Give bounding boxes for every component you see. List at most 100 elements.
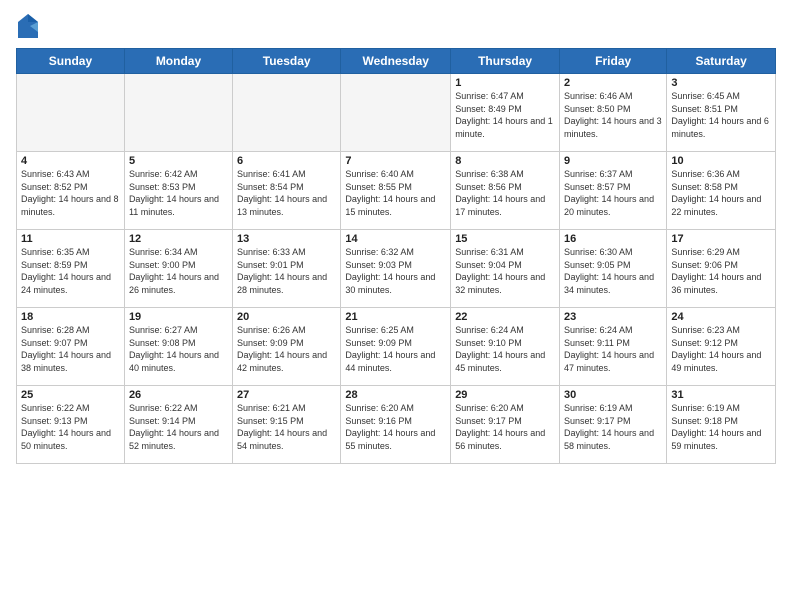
calendar-header-row: SundayMondayTuesdayWednesdayThursdayFrid…	[17, 49, 776, 74]
calendar-cell: 7Sunrise: 6:40 AMSunset: 8:55 PMDaylight…	[341, 152, 451, 230]
calendar-cell: 25Sunrise: 6:22 AMSunset: 9:13 PMDayligh…	[17, 386, 125, 464]
calendar-cell: 15Sunrise: 6:31 AMSunset: 9:04 PMDayligh…	[451, 230, 560, 308]
day-info: Sunrise: 6:21 AMSunset: 9:15 PMDaylight:…	[237, 402, 336, 452]
calendar-cell: 9Sunrise: 6:37 AMSunset: 8:57 PMDaylight…	[560, 152, 667, 230]
day-info: Sunrise: 6:41 AMSunset: 8:54 PMDaylight:…	[237, 168, 336, 218]
day-number: 29	[455, 389, 555, 401]
day-number: 8	[455, 155, 555, 167]
day-info: Sunrise: 6:25 AMSunset: 9:09 PMDaylight:…	[345, 324, 446, 374]
day-info: Sunrise: 6:42 AMSunset: 8:53 PMDaylight:…	[129, 168, 228, 218]
day-header-saturday: Saturday	[667, 49, 776, 74]
day-info: Sunrise: 6:33 AMSunset: 9:01 PMDaylight:…	[237, 246, 336, 296]
day-number: 4	[21, 155, 120, 167]
day-info: Sunrise: 6:20 AMSunset: 9:17 PMDaylight:…	[455, 402, 555, 452]
calendar-week-row: 25Sunrise: 6:22 AMSunset: 9:13 PMDayligh…	[17, 386, 776, 464]
calendar-cell: 23Sunrise: 6:24 AMSunset: 9:11 PMDayligh…	[560, 308, 667, 386]
logo	[16, 12, 44, 40]
day-info: Sunrise: 6:31 AMSunset: 9:04 PMDaylight:…	[455, 246, 555, 296]
day-info: Sunrise: 6:37 AMSunset: 8:57 PMDaylight:…	[564, 168, 662, 218]
day-number: 7	[345, 155, 446, 167]
calendar-cell	[233, 74, 341, 152]
day-number: 13	[237, 233, 336, 245]
day-number: 20	[237, 311, 336, 323]
calendar-cell: 28Sunrise: 6:20 AMSunset: 9:16 PMDayligh…	[341, 386, 451, 464]
day-number: 6	[237, 155, 336, 167]
day-number: 12	[129, 233, 228, 245]
calendar-cell: 17Sunrise: 6:29 AMSunset: 9:06 PMDayligh…	[667, 230, 776, 308]
day-number: 1	[455, 77, 555, 89]
calendar-cell: 16Sunrise: 6:30 AMSunset: 9:05 PMDayligh…	[560, 230, 667, 308]
calendar-week-row: 18Sunrise: 6:28 AMSunset: 9:07 PMDayligh…	[17, 308, 776, 386]
day-info: Sunrise: 6:28 AMSunset: 9:07 PMDaylight:…	[21, 324, 120, 374]
day-info: Sunrise: 6:46 AMSunset: 8:50 PMDaylight:…	[564, 90, 662, 140]
day-info: Sunrise: 6:19 AMSunset: 9:18 PMDaylight:…	[671, 402, 771, 452]
calendar-cell: 1Sunrise: 6:47 AMSunset: 8:49 PMDaylight…	[451, 74, 560, 152]
day-header-sunday: Sunday	[17, 49, 125, 74]
day-info: Sunrise: 6:35 AMSunset: 8:59 PMDaylight:…	[21, 246, 120, 296]
calendar-cell	[17, 74, 125, 152]
calendar-cell: 30Sunrise: 6:19 AMSunset: 9:17 PMDayligh…	[560, 386, 667, 464]
day-info: Sunrise: 6:22 AMSunset: 9:14 PMDaylight:…	[129, 402, 228, 452]
calendar-cell: 22Sunrise: 6:24 AMSunset: 9:10 PMDayligh…	[451, 308, 560, 386]
calendar-cell: 26Sunrise: 6:22 AMSunset: 9:14 PMDayligh…	[124, 386, 232, 464]
page: SundayMondayTuesdayWednesdayThursdayFrid…	[0, 0, 792, 612]
day-number: 24	[671, 311, 771, 323]
day-header-wednesday: Wednesday	[341, 49, 451, 74]
day-number: 9	[564, 155, 662, 167]
day-info: Sunrise: 6:20 AMSunset: 9:16 PMDaylight:…	[345, 402, 446, 452]
day-info: Sunrise: 6:23 AMSunset: 9:12 PMDaylight:…	[671, 324, 771, 374]
day-info: Sunrise: 6:27 AMSunset: 9:08 PMDaylight:…	[129, 324, 228, 374]
day-info: Sunrise: 6:32 AMSunset: 9:03 PMDaylight:…	[345, 246, 446, 296]
day-number: 11	[21, 233, 120, 245]
day-info: Sunrise: 6:19 AMSunset: 9:17 PMDaylight:…	[564, 402, 662, 452]
calendar-cell: 27Sunrise: 6:21 AMSunset: 9:15 PMDayligh…	[233, 386, 341, 464]
day-info: Sunrise: 6:43 AMSunset: 8:52 PMDaylight:…	[21, 168, 120, 218]
calendar-week-row: 4Sunrise: 6:43 AMSunset: 8:52 PMDaylight…	[17, 152, 776, 230]
logo-icon	[16, 12, 40, 40]
day-info: Sunrise: 6:26 AMSunset: 9:09 PMDaylight:…	[237, 324, 336, 374]
calendar-cell: 3Sunrise: 6:45 AMSunset: 8:51 PMDaylight…	[667, 74, 776, 152]
day-info: Sunrise: 6:22 AMSunset: 9:13 PMDaylight:…	[21, 402, 120, 452]
day-header-tuesday: Tuesday	[233, 49, 341, 74]
day-info: Sunrise: 6:24 AMSunset: 9:10 PMDaylight:…	[455, 324, 555, 374]
day-info: Sunrise: 6:47 AMSunset: 8:49 PMDaylight:…	[455, 90, 555, 140]
day-number: 15	[455, 233, 555, 245]
calendar-cell: 13Sunrise: 6:33 AMSunset: 9:01 PMDayligh…	[233, 230, 341, 308]
calendar-cell: 4Sunrise: 6:43 AMSunset: 8:52 PMDaylight…	[17, 152, 125, 230]
calendar-cell: 24Sunrise: 6:23 AMSunset: 9:12 PMDayligh…	[667, 308, 776, 386]
calendar-week-row: 11Sunrise: 6:35 AMSunset: 8:59 PMDayligh…	[17, 230, 776, 308]
calendar-cell: 21Sunrise: 6:25 AMSunset: 9:09 PMDayligh…	[341, 308, 451, 386]
calendar-cell	[341, 74, 451, 152]
day-number: 23	[564, 311, 662, 323]
day-number: 26	[129, 389, 228, 401]
calendar-cell: 8Sunrise: 6:38 AMSunset: 8:56 PMDaylight…	[451, 152, 560, 230]
calendar-cell: 20Sunrise: 6:26 AMSunset: 9:09 PMDayligh…	[233, 308, 341, 386]
day-number: 22	[455, 311, 555, 323]
calendar-table: SundayMondayTuesdayWednesdayThursdayFrid…	[16, 48, 776, 464]
calendar-cell: 29Sunrise: 6:20 AMSunset: 9:17 PMDayligh…	[451, 386, 560, 464]
calendar-cell: 11Sunrise: 6:35 AMSunset: 8:59 PMDayligh…	[17, 230, 125, 308]
day-info: Sunrise: 6:30 AMSunset: 9:05 PMDaylight:…	[564, 246, 662, 296]
day-header-thursday: Thursday	[451, 49, 560, 74]
day-number: 14	[345, 233, 446, 245]
day-number: 10	[671, 155, 771, 167]
day-number: 2	[564, 77, 662, 89]
calendar-cell: 2Sunrise: 6:46 AMSunset: 8:50 PMDaylight…	[560, 74, 667, 152]
day-info: Sunrise: 6:36 AMSunset: 8:58 PMDaylight:…	[671, 168, 771, 218]
calendar-cell: 18Sunrise: 6:28 AMSunset: 9:07 PMDayligh…	[17, 308, 125, 386]
day-header-friday: Friday	[560, 49, 667, 74]
calendar-week-row: 1Sunrise: 6:47 AMSunset: 8:49 PMDaylight…	[17, 74, 776, 152]
calendar-cell: 6Sunrise: 6:41 AMSunset: 8:54 PMDaylight…	[233, 152, 341, 230]
day-number: 21	[345, 311, 446, 323]
day-number: 27	[237, 389, 336, 401]
day-info: Sunrise: 6:38 AMSunset: 8:56 PMDaylight:…	[455, 168, 555, 218]
calendar-cell: 31Sunrise: 6:19 AMSunset: 9:18 PMDayligh…	[667, 386, 776, 464]
day-info: Sunrise: 6:29 AMSunset: 9:06 PMDaylight:…	[671, 246, 771, 296]
day-number: 3	[671, 77, 771, 89]
day-header-monday: Monday	[124, 49, 232, 74]
day-number: 18	[21, 311, 120, 323]
day-info: Sunrise: 6:24 AMSunset: 9:11 PMDaylight:…	[564, 324, 662, 374]
day-number: 5	[129, 155, 228, 167]
day-number: 16	[564, 233, 662, 245]
day-info: Sunrise: 6:40 AMSunset: 8:55 PMDaylight:…	[345, 168, 446, 218]
